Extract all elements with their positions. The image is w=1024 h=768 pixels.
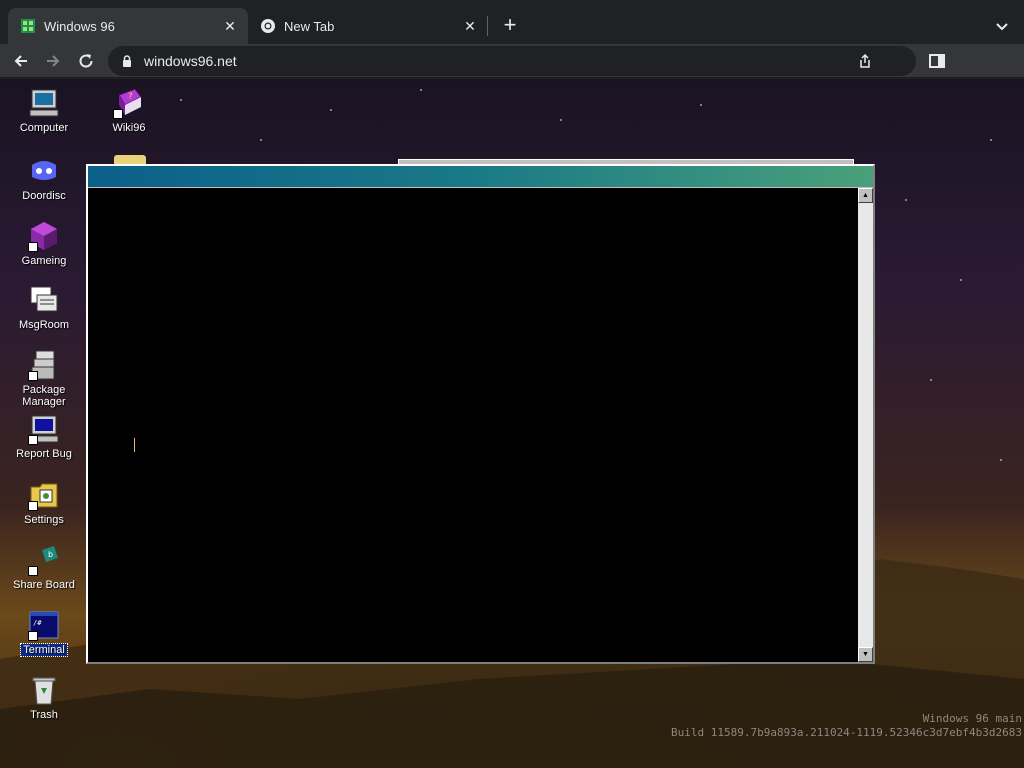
- game-cube-icon: [28, 220, 60, 252]
- star: [700, 104, 702, 106]
- icon-label: Doordisc: [22, 190, 66, 202]
- icon-label: Terminal: [20, 643, 68, 657]
- chrome-icon: [260, 18, 276, 34]
- star: [960, 279, 962, 281]
- star: [1000, 459, 1002, 461]
- tab-search-chevron-icon[interactable]: [992, 16, 1012, 36]
- scroll-up-button[interactable]: ▲: [858, 188, 873, 203]
- tab-new-tab[interactable]: New Tab ✕: [248, 8, 488, 44]
- icon-label: Report Bug: [16, 448, 72, 460]
- browser-toolbar: windows96.net: [0, 44, 1024, 78]
- star: [330, 109, 332, 111]
- icon-label: Wiki96: [112, 122, 146, 134]
- tab-title: Windows 96: [44, 18, 115, 34]
- desktop-icon-report-bug[interactable]: Report Bug: [4, 413, 84, 460]
- side-panel-icon[interactable]: [928, 52, 946, 70]
- shortcut-arrow-icon: [28, 566, 38, 576]
- star: [180, 99, 182, 101]
- trash-icon: [28, 674, 60, 706]
- tab-close-icon[interactable]: ✕: [222, 18, 238, 34]
- shortcut-arrow-icon: [28, 631, 38, 641]
- forward-arrow-icon[interactable]: [40, 48, 66, 74]
- back-arrow-icon[interactable]: [8, 48, 34, 74]
- desktop-icon-terminal[interactable]: /# Terminal: [4, 609, 84, 657]
- terminal-window[interactable]: ▲ ▼: [86, 164, 875, 664]
- browser-tab-bar: Windows 96 ✕ New Tab ✕ +: [0, 0, 1024, 44]
- star: [905, 199, 907, 201]
- desktop-icon-gameing[interactable]: Gameing: [4, 220, 84, 267]
- computer-icon: [28, 87, 60, 119]
- help-book-icon: ?: [113, 87, 145, 119]
- star: [930, 379, 932, 381]
- shortcut-arrow-icon: [28, 435, 38, 445]
- desktop[interactable]: Computer ? Wiki96 Doordisc Gameing MsgRo…: [0, 79, 1024, 768]
- icon-label: Computer: [19, 122, 69, 134]
- new-tab-button[interactable]: +: [498, 14, 522, 38]
- svg-text:?: ?: [128, 92, 133, 102]
- watermark-line-1: Windows 96 main: [922, 712, 1022, 725]
- svg-text:/#: /#: [33, 619, 42, 627]
- terminal-icon: /#: [28, 609, 60, 641]
- icon-label: Trash: [30, 709, 58, 721]
- desktop-icon-wiki96[interactable]: ? Wiki96: [89, 87, 169, 134]
- windows96-logo-icon: [20, 18, 36, 34]
- svg-text:b: b: [48, 550, 53, 559]
- icon-label: Share Board: [13, 579, 75, 591]
- share-icon[interactable]: [856, 52, 874, 70]
- shortcut-arrow-icon: [28, 371, 38, 381]
- star: [260, 139, 262, 141]
- icon-label: Package Manager: [22, 384, 66, 408]
- desktop-icon-msgroom[interactable]: MsgRoom: [4, 284, 84, 331]
- icon-label: MsgRoom: [18, 319, 70, 331]
- chat-icon: [28, 284, 60, 316]
- watermark-line-2: Build 11589.7b9a893a.211024-1119.52346c3…: [671, 726, 1022, 739]
- bug-report-icon: [28, 413, 60, 445]
- desktop-icon-trash[interactable]: Trash: [4, 674, 84, 721]
- address-bar[interactable]: windows96.net: [108, 46, 916, 76]
- url-text: windows96.net: [144, 53, 237, 69]
- star: [990, 139, 992, 141]
- icon-label: Gameing: [21, 255, 67, 267]
- tab-close-icon[interactable]: ✕: [462, 18, 478, 34]
- tab-windows96[interactable]: Windows 96 ✕: [8, 8, 248, 44]
- discord-icon: [28, 155, 60, 187]
- build-watermark: Windows 96 main Build 11589.7b9a893a.211…: [671, 712, 1022, 740]
- desktop-icon-computer[interactable]: Computer: [4, 87, 84, 134]
- star: [560, 119, 562, 121]
- shortcut-arrow-icon: [28, 242, 38, 252]
- terminal-title-bar[interactable]: [88, 166, 873, 187]
- terminal-output-area[interactable]: [88, 188, 858, 662]
- shortcut-arrow-icon: [113, 109, 123, 119]
- package-icon: [28, 349, 60, 381]
- star: [420, 89, 422, 91]
- text-cursor: [134, 438, 135, 452]
- tab-title: New Tab: [284, 18, 335, 34]
- reload-icon[interactable]: [73, 48, 99, 74]
- share-board-icon: b: [28, 544, 60, 576]
- desktop-icon-settings[interactable]: Settings: [4, 479, 84, 526]
- icon-label: Settings: [24, 514, 64, 526]
- desktop-icon-share-board[interactable]: b Share Board: [4, 544, 84, 591]
- desktop-icon-doordisc[interactable]: Doordisc: [4, 155, 84, 202]
- desktop-icon-package-manager[interactable]: Package Manager: [4, 349, 84, 408]
- lock-icon[interactable]: [120, 54, 134, 68]
- terminal-scrollbar[interactable]: ▲ ▼: [858, 188, 873, 662]
- shortcut-arrow-icon: [28, 501, 38, 511]
- settings-icon: [28, 479, 60, 511]
- scroll-down-button[interactable]: ▼: [858, 647, 873, 662]
